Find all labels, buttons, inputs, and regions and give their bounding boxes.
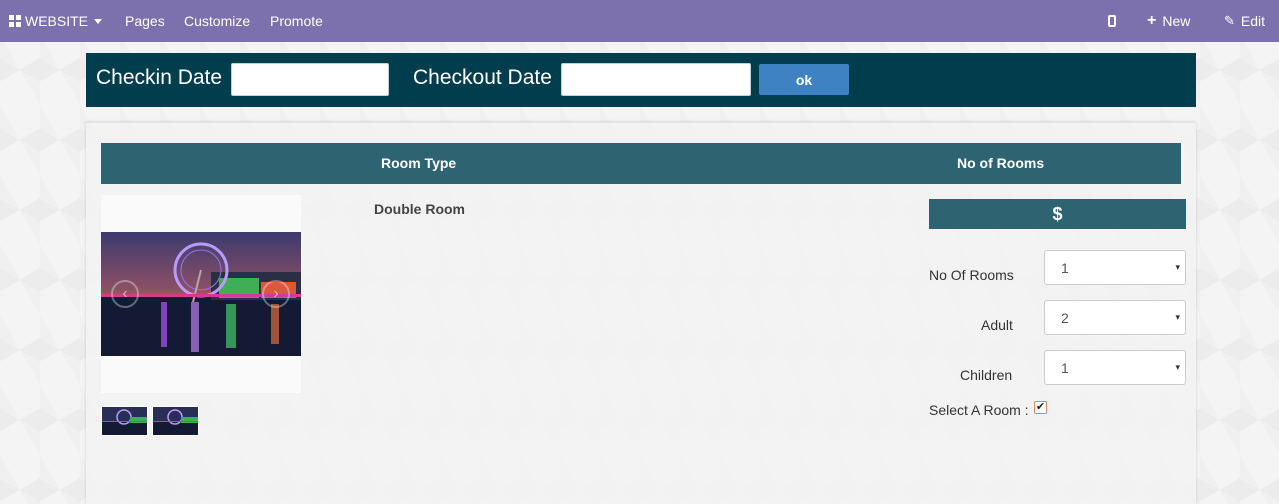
carousel-prev-button[interactable]: ‹ bbox=[111, 280, 139, 308]
header-room-type: Room Type bbox=[381, 155, 457, 171]
dropdown-arrow-icon: ▾ bbox=[1175, 262, 1180, 272]
thumbnail-image bbox=[102, 407, 147, 435]
new-label: New bbox=[1162, 13, 1191, 29]
mobile-icon bbox=[1108, 15, 1116, 27]
thumbnail-2[interactable] bbox=[152, 406, 199, 436]
edit-button[interactable]: ✎ Edit bbox=[1224, 0, 1265, 42]
no-of-rooms-value: 1 bbox=[1061, 260, 1069, 276]
room-photo: ‹ › bbox=[101, 232, 301, 356]
ok-button[interactable]: ok bbox=[759, 64, 849, 95]
website-label: WEBSITE bbox=[25, 13, 89, 29]
pencil-icon: ✎ bbox=[1224, 13, 1235, 28]
thumbnail-image bbox=[153, 407, 198, 435]
new-button[interactable]: + New bbox=[1147, 0, 1190, 42]
plus-icon: + bbox=[1147, 12, 1157, 29]
carousel-next-button[interactable]: › bbox=[262, 280, 290, 308]
children-label: Children bbox=[960, 367, 1013, 383]
dropdown-arrow-icon: ▾ bbox=[1175, 362, 1180, 372]
select-room-checkbox[interactable]: ✔ bbox=[1034, 401, 1047, 414]
price-bar: $ bbox=[929, 199, 1186, 229]
adult-select[interactable]: 2 ▾ bbox=[1044, 300, 1186, 335]
top-navbar: WEBSITE Pages Customize Promote + New ✎ … bbox=[0, 0, 1279, 42]
caret-down-icon bbox=[94, 18, 103, 24]
children-select[interactable]: 1 ▾ bbox=[1044, 350, 1186, 385]
children-value: 1 bbox=[1061, 360, 1069, 376]
apps-grid-icon bbox=[9, 15, 21, 27]
header-no-of-rooms: No of Rooms bbox=[957, 155, 1045, 171]
rooms-panel: Room Type No of Rooms ‹ › Double Room $ … bbox=[86, 122, 1196, 504]
mobile-preview-button[interactable] bbox=[1108, 0, 1116, 42]
edit-label: Edit bbox=[1240, 13, 1266, 29]
room-photo-carousel: ‹ › bbox=[101, 195, 301, 393]
adult-label: Adult bbox=[981, 317, 1013, 333]
adult-value: 2 bbox=[1061, 310, 1069, 326]
checkout-date-input[interactable] bbox=[561, 63, 751, 96]
room-type-name: Double Room bbox=[374, 201, 465, 217]
checkin-date-input[interactable] bbox=[231, 63, 389, 96]
select-room-label: Select A Room : bbox=[929, 402, 1029, 418]
menu-pages[interactable]: Pages bbox=[125, 0, 165, 42]
thumbnail-1[interactable] bbox=[101, 406, 148, 436]
no-of-rooms-select[interactable]: 1 ▾ bbox=[1044, 250, 1186, 285]
website-menu[interactable]: WEBSITE bbox=[9, 0, 103, 42]
table-header: Room Type No of Rooms bbox=[101, 143, 1181, 184]
menu-customize[interactable]: Customize bbox=[184, 0, 250, 42]
menu-promote[interactable]: Promote bbox=[270, 0, 323, 42]
no-of-rooms-label: No Of Rooms bbox=[929, 267, 1014, 283]
date-search-bar: Checkin Date Checkout Date ok bbox=[86, 53, 1196, 107]
checkin-label: Checkin Date bbox=[96, 66, 223, 89]
dropdown-arrow-icon: ▾ bbox=[1175, 312, 1180, 322]
checkout-label: Checkout Date bbox=[413, 66, 552, 89]
